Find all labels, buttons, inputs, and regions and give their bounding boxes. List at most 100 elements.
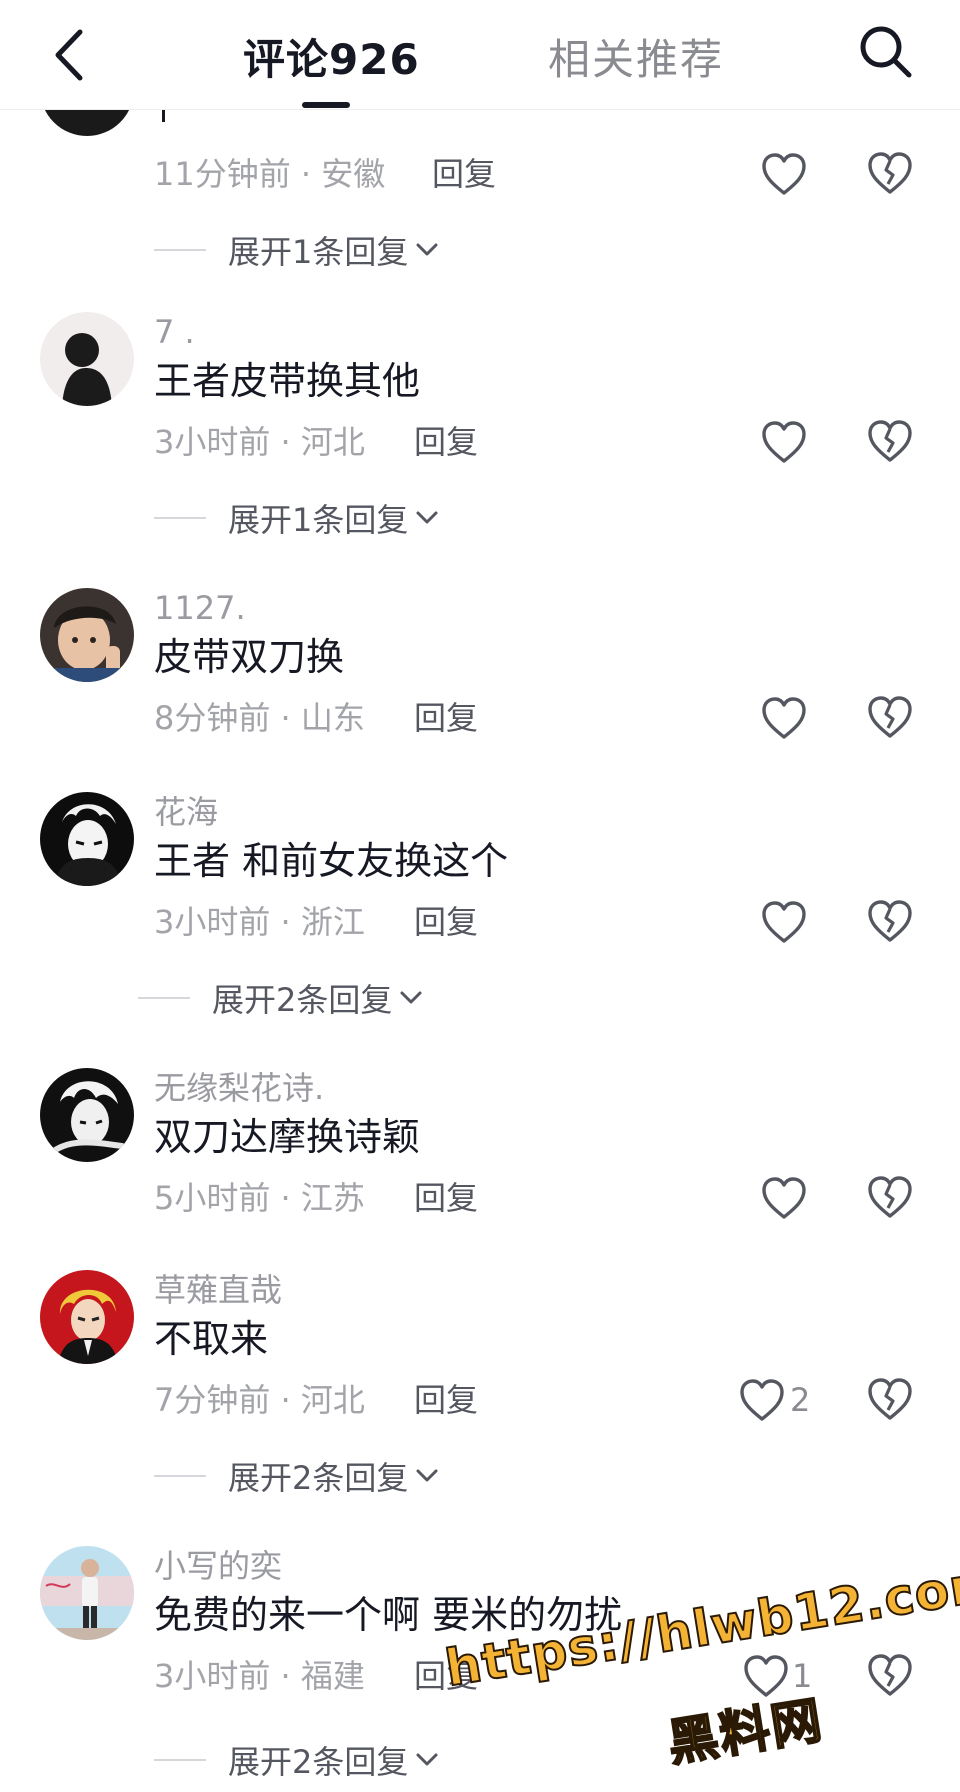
reply-button[interactable]: 回复 [414,1178,478,1218]
reply-button[interactable]: 回复 [414,698,478,738]
broken-heart-icon [868,1654,912,1696]
comment-location: 山东 [300,699,365,737]
expand-replies-label: 展开2条回复 [228,1743,409,1781]
avatar-image [40,1546,134,1640]
dislike-button[interactable] [866,418,916,466]
divider-dash [138,997,190,999]
tab-comments[interactable]: 评论926 [243,26,420,84]
expand-replies-button[interactable]: 展开2条回复 [138,976,424,1020]
comment-meta: 5小时前 · 江苏 [154,1179,365,1217]
comment-location: 安徽 [321,155,386,193]
like-button[interactable] [760,898,810,946]
comment-time: 3小时前 [154,1657,271,1695]
dislike-button[interactable] [866,1174,916,1222]
comment-author[interactable]: 7 . [154,312,195,352]
comment-meta: 3小时前 · 河北 [154,423,365,461]
back-arrow-icon [55,29,83,81]
heart-icon [762,1177,806,1219]
avatar-image [40,312,134,406]
reply-button[interactable]: 回复 [414,1380,478,1420]
broken-heart-icon [868,152,912,194]
comment-meta: 3小时前 · 浙江 [154,903,365,941]
like-button[interactable] [760,694,810,742]
comment-text: 皮带双刀换 [154,635,345,679]
chevron-down-icon [400,991,422,1004]
avatar-image [40,792,134,886]
dislike-button[interactable] [866,694,916,742]
watermark-name: 黑料网 [663,1690,828,1774]
heart-icon [762,153,806,195]
heart-icon [762,421,806,463]
reply-button[interactable]: 回复 [414,422,478,462]
comment-location: 河北 [300,423,365,461]
comment-meta: 3小时前 · 福建 [154,1657,365,1695]
comment-meta: 8分钟前 · 山东 [154,699,365,737]
heart-icon [740,1379,784,1421]
tab-related[interactable]: 相关推荐 [548,26,724,84]
reply-button[interactable]: 回复 [432,154,496,194]
divider-dash [154,517,206,519]
like-button[interactable] [760,150,810,198]
comment-text: 双刀达摩换诗颖 [154,1115,421,1159]
expand-replies-label: 展开2条回复 [228,1459,409,1497]
comment-location: 浙江 [300,903,365,941]
expand-replies-button[interactable]: 展开1条回复 [154,228,440,272]
avatar[interactable] [40,792,134,886]
search-icon [860,26,912,78]
chevron-down-icon [416,1469,438,1482]
comments-page: 评论926 相关推荐 11分钟前 · 安徽 回复 展开1条回复 7 . 王者皮带… [0,0,960,1792]
comment-meta: 11分钟前 · 安徽 [154,155,386,193]
broken-heart-icon [868,696,912,738]
chevron-down-icon [416,1753,438,1766]
broken-heart-icon [868,900,912,942]
comment-author[interactable]: 小写的奕 [154,1546,282,1586]
like-button[interactable] [738,1376,788,1424]
avatar-image [40,588,134,682]
reply-button[interactable]: 回复 [414,902,478,942]
comment-author[interactable]: 草薙直哉 [154,1270,282,1310]
comment-time: 11分钟前 [154,155,291,193]
avatar-image [40,1270,134,1364]
expand-replies-button[interactable]: 展开2条回复 [154,1738,440,1782]
broken-heart-icon [868,1378,912,1420]
back-button[interactable] [46,24,96,86]
comment-author[interactable]: 花海 [154,792,218,832]
avatar[interactable] [40,588,134,682]
active-tab-indicator [302,102,350,108]
broken-heart-icon [868,1176,912,1218]
comment-author[interactable]: 1127. [154,588,246,628]
divider-dash [154,249,206,251]
avatar[interactable] [40,1270,134,1364]
comment-location: 河北 [300,1381,365,1419]
expand-replies-label: 展开1条回复 [228,233,409,271]
expand-replies-label: 展开2条回复 [212,981,393,1019]
broken-heart-icon [868,420,912,462]
comment-time: 5小时前 [154,1179,271,1217]
like-button[interactable] [760,418,810,466]
comment-time: 3小时前 [154,423,271,461]
divider-dash [154,1759,206,1761]
avatar-image [40,1068,134,1162]
dislike-button[interactable] [866,898,916,946]
comments-header: 评论926 相关推荐 [0,0,960,110]
dislike-button[interactable] [866,150,916,198]
heart-icon [762,901,806,943]
comment-time: 7分钟前 [154,1381,271,1419]
comment-text: 不取来 [154,1317,269,1361]
chevron-down-icon [416,511,438,524]
expand-replies-button[interactable]: 展开1条回复 [154,496,440,540]
chevron-down-icon [416,243,438,256]
like-button[interactable] [760,1174,810,1222]
comment-time: 8分钟前 [154,699,271,737]
comment-meta: 7分钟前 · 河北 [154,1381,365,1419]
avatar[interactable] [40,1546,134,1640]
like-count: 2 [790,1381,811,1419]
avatar[interactable] [40,312,134,406]
comment-text: 王者皮带换其他 [154,359,421,403]
avatar[interactable] [40,1068,134,1162]
dislike-button[interactable] [866,1376,916,1424]
comment-author[interactable]: 无缘梨花诗. [154,1068,324,1108]
expand-replies-button[interactable]: 展开2条回复 [154,1454,440,1498]
search-button[interactable] [856,22,916,82]
dislike-button[interactable] [866,1652,916,1700]
